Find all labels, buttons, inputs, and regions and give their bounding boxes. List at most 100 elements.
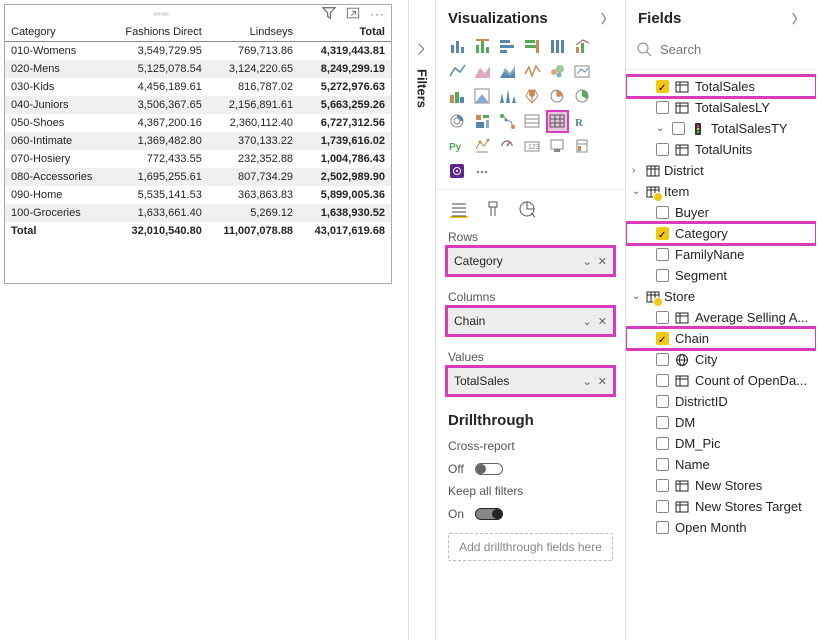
field-item[interactable]: Category (626, 223, 816, 244)
column-header[interactable]: Total (299, 23, 391, 42)
checkbox[interactable] (656, 332, 669, 345)
checkbox[interactable] (656, 143, 669, 156)
table-row[interactable]: 010-Womens3,549,729.95769,713.864,319,44… (5, 42, 391, 61)
table-row[interactable]: 090-Home5,535,141.53363,863.835,899,005.… (5, 186, 391, 204)
field-item[interactable]: DM_Pic (626, 433, 816, 454)
chevron-down-icon[interactable]: ⌄ (583, 255, 592, 268)
field-item[interactable]: DistrictID (626, 391, 816, 412)
visual-type-icon[interactable] (546, 60, 569, 83)
visual-type-icon[interactable] (546, 135, 569, 158)
drill-dropzone[interactable]: Add drillthrough fields here (448, 533, 613, 561)
table-row[interactable]: 040-Juniors3,506,367.652,156,891.615,663… (5, 96, 391, 114)
field-item[interactable]: Segment (626, 265, 816, 286)
visual-type-icon[interactable] (471, 85, 494, 108)
visual-type-icon[interactable] (471, 160, 494, 183)
visual-type-icon[interactable] (571, 60, 594, 83)
table-row[interactable]: 100-Groceries1,633,661.405,269.121,638,9… (5, 204, 391, 222)
checkbox[interactable] (672, 122, 685, 135)
checkbox[interactable] (656, 500, 669, 513)
checkbox[interactable] (656, 269, 669, 282)
fields-search[interactable] (636, 35, 806, 63)
chevron-down-icon[interactable]: ⌄ (632, 291, 642, 302)
visual-type-icon[interactable] (571, 85, 594, 108)
visual-type-icon[interactable] (546, 35, 569, 58)
chevron-down-icon[interactable]: ⌄ (632, 186, 642, 197)
keep-filters-toggle[interactable] (475, 508, 503, 520)
visual-type-icon[interactable] (446, 35, 469, 58)
column-header[interactable]: Fashions Direct (109, 23, 208, 42)
collapse-icon[interactable]: 〉 (792, 10, 804, 27)
field-item[interactable]: Open Month (626, 517, 816, 538)
values-well[interactable]: TotalSales ⌄✕ (448, 368, 613, 394)
table-row[interactable]: 020-Mens5,125,078.543,124,220.658,249,29… (5, 60, 391, 78)
visual-type-icon[interactable] (521, 35, 544, 58)
field-item[interactable]: TotalUnits (626, 139, 816, 160)
remove-icon[interactable]: ✕ (598, 255, 607, 268)
field-item[interactable]: Buyer (626, 202, 816, 223)
visual-type-icon[interactable] (496, 110, 519, 133)
visual-type-icon[interactable] (521, 110, 544, 133)
matrix-visual-icon[interactable] (546, 110, 569, 133)
expand-icon[interactable] (415, 42, 429, 59)
field-item[interactable]: City (626, 349, 816, 370)
visual-type-icon[interactable]: Py (446, 135, 469, 158)
checkbox[interactable] (656, 311, 669, 324)
checkbox[interactable] (656, 248, 669, 261)
rows-well[interactable]: Category ⌄✕ (448, 248, 613, 274)
focus-mode-icon[interactable] (346, 6, 360, 23)
visual-type-icon[interactable] (471, 110, 494, 133)
table-header-item[interactable]: ⌄Item (626, 181, 816, 202)
chevron-down-icon[interactable]: ⌄ (583, 375, 592, 388)
visual-type-icon[interactable] (521, 60, 544, 83)
cross-report-toggle[interactable] (475, 463, 503, 475)
filters-pane-collapsed[interactable]: Filters (408, 0, 436, 640)
analytics-tab-icon[interactable] (518, 200, 536, 218)
visual-type-icon[interactable] (471, 35, 494, 58)
chevron-down-icon[interactable]: ⌄ (583, 315, 592, 328)
visual-type-icon[interactable]: 123 (521, 135, 544, 158)
visual-type-icon[interactable] (521, 85, 544, 108)
field-item[interactable]: TotalSalesLY (626, 97, 816, 118)
column-header[interactable]: Category (5, 23, 109, 42)
table-row[interactable]: 050-Shoes4,367,200.162,360,112.406,727,3… (5, 114, 391, 132)
visual-type-icon[interactable] (446, 160, 469, 183)
fields-tab-icon[interactable] (450, 200, 468, 218)
checkbox[interactable] (656, 458, 669, 471)
table-row[interactable]: 030-Kids4,456,189.61816,787.025,272,976.… (5, 78, 391, 96)
checkbox[interactable] (656, 206, 669, 219)
visual-type-icon[interactable] (446, 110, 469, 133)
field-item[interactable]: FamilyNane (626, 244, 816, 265)
table-row[interactable]: 080-Accessories1,695,255.61807,734.292,5… (5, 168, 391, 186)
visual-type-icon[interactable] (496, 135, 519, 158)
table-row[interactable]: 060-Intimate1,369,482.80370,133.221,739,… (5, 132, 391, 150)
field-item[interactable]: Average Selling A... (626, 307, 816, 328)
field-item[interactable]: New Stores Target (626, 496, 816, 517)
checkbox[interactable] (656, 521, 669, 534)
table-header-district[interactable]: ›District (626, 160, 816, 181)
field-item[interactable]: New Stores (626, 475, 816, 496)
field-item[interactable]: ⌄TotalSalesTY (626, 118, 816, 139)
visual-type-icon[interactable] (496, 35, 519, 58)
checkbox[interactable] (656, 374, 669, 387)
visual-type-icon[interactable]: R (571, 110, 594, 133)
checkbox[interactable] (656, 479, 669, 492)
search-input[interactable] (658, 41, 816, 58)
checkbox[interactable] (656, 416, 669, 429)
checkbox[interactable] (656, 437, 669, 450)
remove-icon[interactable]: ✕ (598, 375, 607, 388)
field-item[interactable]: Count of OpenDa... (626, 370, 816, 391)
visual-type-icon[interactable] (571, 35, 594, 58)
remove-icon[interactable]: ✕ (598, 315, 607, 328)
visual-type-icon[interactable] (496, 85, 519, 108)
format-tab-icon[interactable] (484, 200, 502, 218)
collapse-icon[interactable]: 〉 (601, 10, 613, 27)
field-item[interactable]: TotalSales (626, 76, 816, 97)
field-item[interactable]: Name (626, 454, 816, 475)
matrix-visual[interactable]: ══ ··· CategoryFashions DirectLindseysTo… (4, 4, 392, 284)
visual-type-icon[interactable] (446, 60, 469, 83)
checkbox[interactable] (656, 80, 669, 93)
column-header[interactable]: Lindseys (208, 23, 299, 42)
checkbox[interactable] (656, 227, 669, 240)
table-header-store[interactable]: ⌄Store (626, 286, 816, 307)
chevron-right-icon[interactable]: › (632, 165, 642, 176)
